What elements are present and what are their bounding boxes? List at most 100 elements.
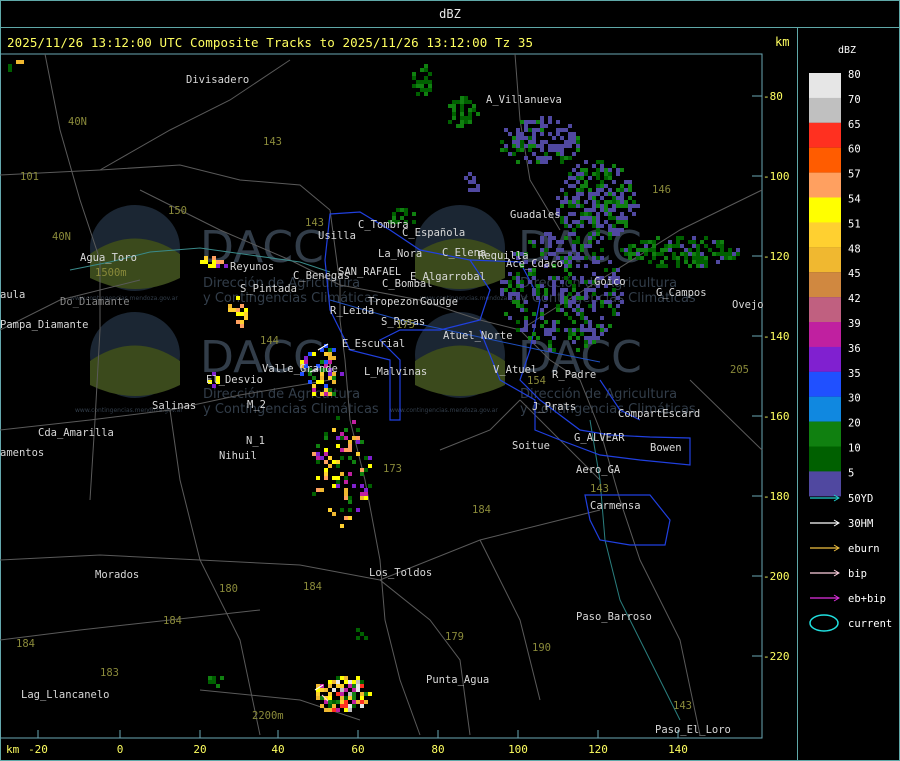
place-label: El_Desvio [206, 374, 263, 386]
radar-pixel [656, 264, 660, 268]
radar-pixel [524, 120, 528, 124]
radar-pixel [544, 140, 548, 144]
radar-pixel [340, 524, 344, 528]
radar-pixel [344, 436, 348, 440]
radar-pixel [236, 320, 240, 324]
radar-pixel [564, 300, 568, 304]
radar-pixel [364, 496, 368, 500]
radar-pixel [572, 140, 576, 144]
radar-pixel [688, 248, 692, 252]
radar-pixel [580, 308, 584, 312]
radar-pixel [608, 324, 612, 328]
radar-pixel [540, 120, 544, 124]
radar-pixel [532, 244, 536, 248]
radar-pixel [596, 224, 600, 228]
radar-pixel [592, 216, 596, 220]
radar-pixel [360, 632, 364, 636]
radar-pixel [240, 312, 244, 316]
radar-pixel [564, 328, 568, 332]
radar-pixel [620, 248, 624, 252]
radar-pixel [600, 188, 604, 192]
radar-pixel [500, 140, 504, 144]
radar-pixel [360, 484, 364, 488]
radar-pixel [612, 164, 616, 168]
radar-pixel [600, 196, 604, 200]
radar-pixel [664, 248, 668, 252]
radar-pixel [344, 708, 348, 712]
radar-pixel [316, 692, 320, 696]
road-number: 184 [163, 615, 182, 627]
radar-pixel [604, 168, 608, 172]
legend-swatch [809, 197, 841, 223]
radar-pixel [576, 308, 580, 312]
radar-pixel [576, 164, 580, 168]
radar-pixel [532, 312, 536, 316]
radar-pixel [608, 192, 612, 196]
place-label: Morados [95, 569, 139, 581]
radar-map[interactable]: DACC Dirección de Agricultura y Continge… [0, 0, 900, 761]
legend-value: 39 [848, 318, 861, 330]
radar-pixel [516, 328, 520, 332]
radar-pixel [636, 252, 640, 256]
radar-pixel [564, 216, 568, 220]
radar-pixel [360, 680, 364, 684]
radar-pixel [368, 692, 372, 696]
radar-pixel [576, 224, 580, 228]
radar-pixel [584, 340, 588, 344]
radar-pixel [360, 496, 364, 500]
radar-pixel [348, 680, 352, 684]
radar-pixel [348, 708, 352, 712]
radar-pixel [524, 328, 528, 332]
radar-pixel [544, 288, 548, 292]
radar-pixel [564, 296, 568, 300]
radar-pixel [452, 104, 456, 108]
radar-pixel [576, 256, 580, 260]
radar-pixel [324, 448, 328, 452]
radar-pixel [552, 148, 556, 152]
radar-pixel [508, 280, 512, 284]
radar-pixel [612, 180, 616, 184]
radar-pixel [560, 220, 564, 224]
place-label: G_Campos [656, 287, 707, 299]
radar-pixel [336, 484, 340, 488]
radar-pixel [424, 88, 428, 92]
radar-pixel [316, 696, 320, 700]
radar-pixel [348, 496, 352, 500]
radar-pixel [584, 344, 588, 348]
watermark-line1: Dirección de Agricultura [203, 387, 360, 402]
radar-pixel [360, 700, 364, 704]
radar-pixel [560, 296, 564, 300]
radar-pixel [528, 136, 532, 140]
radar-pixel [604, 192, 608, 196]
radar-pixel [572, 340, 576, 344]
radar-pixel [676, 244, 680, 248]
radar-pixel [332, 392, 336, 396]
place-label: Atuel_Norte [443, 330, 513, 342]
radar-pixel [332, 356, 336, 360]
radar-pixel [544, 124, 548, 128]
radar-pixel [416, 80, 420, 84]
radar-pixel [360, 468, 364, 472]
road-number: 184 [303, 581, 322, 593]
radar-pixel [560, 280, 564, 284]
radar-pixel [356, 684, 360, 688]
radar-pixel [572, 328, 576, 332]
radar-pixel [632, 252, 636, 256]
radar-pixel [560, 152, 564, 156]
radar-pixel [244, 312, 248, 316]
radar-pixel [472, 176, 476, 180]
legend-swatch [809, 73, 841, 98]
radar-pixel [572, 288, 576, 292]
radar-pixel [568, 336, 572, 340]
radar-pixel [416, 92, 420, 96]
place-label: E_Escurial [342, 338, 405, 350]
radar-pixel [464, 96, 468, 100]
radar-pixel [592, 200, 596, 204]
radar-pixel [584, 160, 588, 164]
x-tick-label: 80 [431, 743, 444, 756]
radar-pixel [592, 164, 596, 168]
radar-pixel [576, 264, 580, 268]
road-number: 190 [532, 642, 551, 654]
radar-pixel [616, 220, 620, 224]
radar-pixel [640, 248, 644, 252]
